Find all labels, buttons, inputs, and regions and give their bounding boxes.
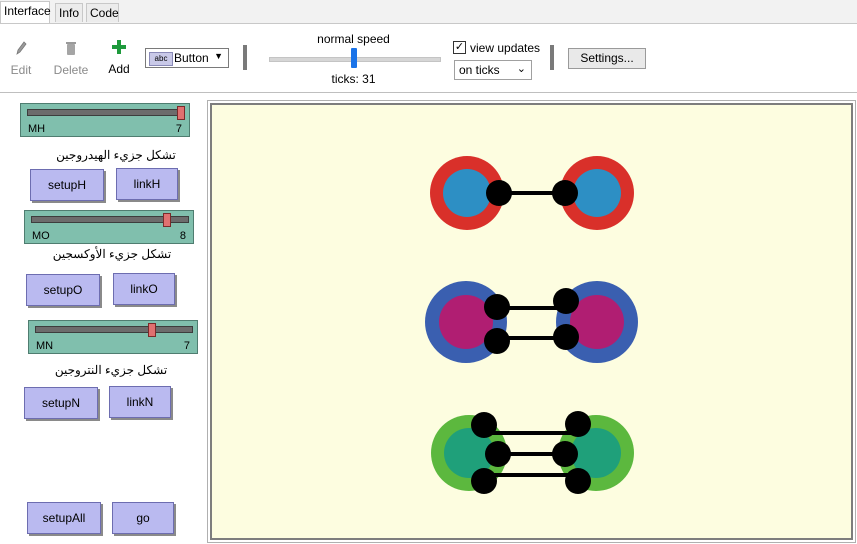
world-canvas [425, 156, 638, 494]
go-button[interactable]: go [112, 502, 174, 534]
slider-value: 7 [183, 340, 190, 352]
electron [553, 324, 579, 350]
plus-icon [112, 40, 126, 54]
speed-slider-thumb[interactable] [351, 48, 357, 68]
slider-thumb[interactable] [163, 213, 171, 227]
trash-icon [66, 42, 76, 55]
check-icon: ✓ [454, 41, 465, 53]
setup-all-button[interactable]: setupAll [27, 502, 101, 534]
edit-label: Edit [10, 63, 32, 77]
nitrogen-note: تشكل جزيء النتروجين [54, 363, 168, 377]
delete-label: Delete [53, 63, 89, 77]
tab-interface[interactable]: Interface [0, 1, 51, 23]
slider-value: 7 [175, 123, 182, 135]
electron [484, 294, 510, 320]
electron [471, 412, 497, 438]
hydrogen-molecule [430, 156, 634, 230]
update-mode-value: on ticks [459, 63, 500, 77]
toolbar-divider [550, 45, 554, 70]
electron [486, 180, 512, 206]
setup-h-button[interactable]: setupH [30, 169, 104, 201]
hydrogen-atom-inner [443, 169, 491, 217]
link-n-button[interactable]: linkN [109, 386, 171, 418]
hydrogen-note: تشكل جزيء الهيدروجين [56, 148, 176, 162]
setup-n-button[interactable]: setupN [24, 387, 98, 419]
world-view[interactable] [210, 103, 853, 540]
update-mode-select[interactable]: on ticks ⌄ [454, 60, 532, 80]
mn-slider[interactable]: MN 7 [28, 320, 198, 354]
hydrogen-atom-inner [573, 169, 621, 217]
edit-button[interactable]: Edit [8, 40, 34, 77]
button-widget-icon: abc [149, 52, 173, 66]
tab-info[interactable]: Info [55, 3, 83, 22]
chevron-down-icon: ▼ [214, 51, 223, 61]
speed-label: normal speed [317, 32, 390, 46]
electron [552, 441, 578, 467]
widget-type-value: Button [174, 51, 209, 65]
slider-thumb[interactable] [177, 106, 185, 120]
link-o-button[interactable]: linkO [113, 273, 175, 305]
slider-name: MO [32, 230, 50, 242]
tab-code[interactable]: Code [86, 3, 119, 22]
electron [565, 468, 591, 494]
chevron-down-icon: ⌄ [516, 63, 526, 75]
toolbar-divider [243, 45, 247, 70]
slider-name: MN [36, 340, 54, 352]
settings-button[interactable]: Settings... [568, 48, 646, 69]
delete-button[interactable]: Delete [52, 40, 90, 77]
slider-track[interactable] [35, 326, 193, 333]
tab-bar: Interface Info Code [0, 0, 857, 24]
electron [484, 328, 510, 354]
slider-value: 8 [179, 230, 186, 242]
mh-slider[interactable]: MH 7 [20, 103, 190, 137]
electron [565, 411, 591, 437]
setup-o-button[interactable]: setupO [26, 274, 100, 306]
electron [553, 288, 579, 314]
pencil-icon [16, 41, 27, 55]
slider-name: MH [28, 123, 46, 135]
mo-slider[interactable]: MO 8 [24, 210, 194, 244]
add-button[interactable]: Add [106, 39, 132, 76]
electron [485, 441, 511, 467]
electron [471, 468, 497, 494]
slider-thumb[interactable] [147, 323, 156, 337]
electron [552, 180, 578, 206]
nitrogen-molecule [431, 411, 634, 494]
widget-type-select[interactable]: abc Button ▼ [145, 48, 229, 68]
view-updates-checkbox[interactable]: ✓ [453, 41, 466, 54]
slider-track[interactable] [27, 109, 185, 116]
oxygen-note: تشكل جزيء الأوكسجين [52, 247, 172, 261]
view-updates-label: view updates [470, 41, 541, 55]
add-label: Add [108, 62, 130, 76]
ticks-counter: ticks: 31 [331, 72, 376, 86]
link-h-button[interactable]: linkH [116, 168, 178, 200]
oxygen-molecule [425, 281, 638, 363]
